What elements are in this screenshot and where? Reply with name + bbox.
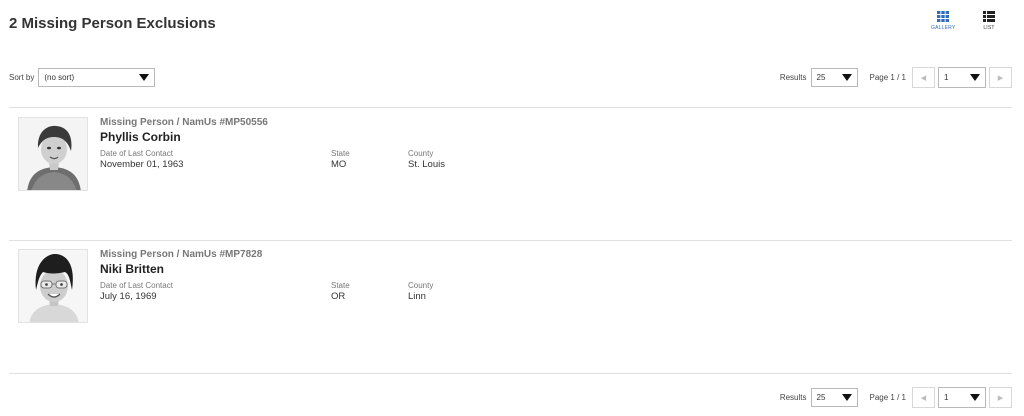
person-photo-image: [19, 250, 87, 322]
person-photo[interactable]: [18, 117, 88, 191]
results-per-page-select[interactable]: 25: [810, 68, 858, 87]
results-per-page-select[interactable]: 25: [810, 388, 858, 407]
prev-page-button[interactable]: ◀: [912, 67, 935, 88]
person-name[interactable]: Phyllis Corbin: [100, 130, 528, 144]
sort-bar: Sort by (no sort): [9, 68, 156, 87]
list-label: LIST: [983, 25, 995, 31]
list-icon: [983, 11, 995, 22]
next-arrow-icon: ▶: [997, 74, 1004, 82]
results-label: Results: [779, 73, 807, 82]
gallery-label: GALLERY: [931, 25, 956, 31]
prev-page-button[interactable]: ◀: [912, 387, 935, 408]
gallery-view-button[interactable]: GALLERY: [931, 11, 955, 31]
date-of-last-contact-value: November 01, 1963: [100, 159, 184, 170]
state-label: State: [331, 149, 350, 158]
record-category: Missing Person / NamUs #MP7828: [100, 249, 263, 260]
next-page-button[interactable]: ▶: [989, 387, 1012, 408]
county-label: County: [408, 281, 434, 290]
sort-select[interactable]: (no sort): [38, 68, 156, 87]
state-label: State: [331, 281, 350, 290]
next-arrow-icon: ▶: [997, 394, 1004, 402]
date-of-last-contact-value: July 16, 1969: [100, 291, 157, 302]
page-value: 1: [944, 73, 949, 82]
sort-label: Sort by: [9, 73, 35, 82]
state-value: OR: [331, 291, 346, 302]
results-label: Results: [779, 393, 807, 402]
record-card[interactable]: Missing Person / NamUs #MP50556 Phyllis …: [18, 117, 998, 227]
caret-down-icon: [841, 394, 852, 401]
list-view-button[interactable]: LIST: [983, 11, 995, 31]
divider: [9, 107, 1012, 108]
record-category: Missing Person / NamUs #MP50556: [100, 117, 268, 128]
prev-arrow-icon: ◀: [920, 74, 927, 82]
caret-down-icon: [139, 74, 150, 81]
person-name[interactable]: Niki Britten: [100, 262, 528, 276]
next-page-button[interactable]: ▶: [989, 67, 1012, 88]
record-info: Missing Person / NamUs #MP7828 Niki Brit…: [100, 249, 528, 302]
county-value: St. Louis: [408, 159, 445, 170]
person-photo[interactable]: [18, 249, 88, 323]
results-value: 25: [816, 73, 826, 82]
pager-top: Results 25 Page 1 / 1 ◀ 1 ▶: [780, 67, 1012, 88]
pager-bottom: Results 25 Page 1 / 1 ◀ 1 ▶: [780, 387, 1012, 408]
date-of-last-contact-label: Date of Last Contact: [100, 281, 173, 290]
page-select[interactable]: 1: [938, 67, 986, 88]
caret-down-icon: [970, 394, 980, 401]
caret-down-icon: [970, 74, 980, 81]
page-label: Page 1 / 1: [869, 393, 906, 402]
divider: [9, 240, 1012, 241]
date-of-last-contact-label: Date of Last Contact: [100, 149, 173, 158]
county-value: Linn: [408, 291, 426, 302]
sort-value: (no sort): [44, 73, 75, 82]
page-label: Page 1 / 1: [869, 73, 906, 82]
person-photo-image: [19, 118, 87, 190]
prev-arrow-icon: ◀: [920, 394, 927, 402]
state-value: MO: [331, 159, 347, 170]
caret-down-icon: [841, 74, 852, 81]
page-title: 2 Missing Person Exclusions: [9, 15, 216, 32]
page-value: 1: [944, 393, 949, 402]
results-value: 25: [816, 393, 826, 402]
county-label: County: [408, 149, 434, 158]
record-info: Missing Person / NamUs #MP50556 Phyllis …: [100, 117, 528, 170]
grid-icon: [937, 11, 950, 22]
record-card[interactable]: Missing Person / NamUs #MP7828 Niki Brit…: [18, 249, 998, 359]
page-select[interactable]: 1: [938, 387, 986, 408]
divider: [9, 373, 1012, 374]
